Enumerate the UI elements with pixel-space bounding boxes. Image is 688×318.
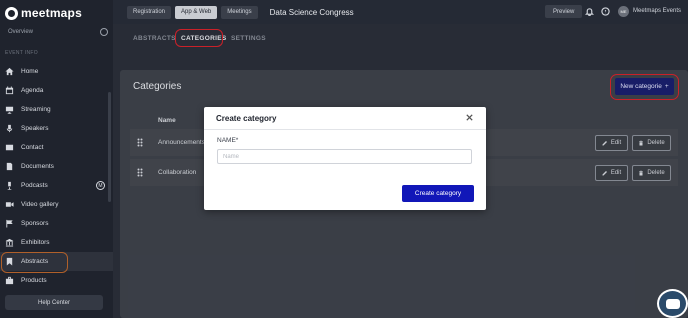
sidebar-item-exhibitors[interactable]: Exhibitors [0,233,113,252]
product-icon [5,276,14,285]
help-center-button[interactable]: Help Center [5,295,103,310]
event-title: Data Science Congress [269,7,354,17]
close-icon[interactable] [465,113,474,122]
calendar-icon [5,86,14,95]
chevron-icon [100,28,108,36]
avatar[interactable]: ME [618,6,629,17]
name-field-label: NAME* [217,137,239,144]
sidebar-item-video-gallery[interactable]: Video gallery [0,195,113,214]
brand-logo[interactable]: meetmaps [5,5,82,21]
help-icon[interactable] [601,7,610,16]
logo-text: meetmaps [21,6,82,20]
bell-icon[interactable] [584,7,595,17]
sidebar-item-label: Sponsors [21,220,49,227]
sidebar-item-sponsors[interactable]: Sponsors [0,214,113,233]
sidebar-item-label: Exhibitors [21,239,50,246]
podcast-icon [5,181,14,190]
module-badge: M [96,181,105,190]
preview-button[interactable]: Preview [545,5,583,18]
sidebar-item-podcasts[interactable]: Podcasts M [0,176,113,195]
sidebar-item-overview[interactable]: Overview [8,28,108,36]
sidebar-item-label: Video gallery [21,201,59,208]
sidebar-item-contact[interactable]: Contact [0,138,113,157]
flag-icon [5,219,14,228]
streaming-icon [5,105,14,114]
sidebar-item-label: Overview [8,29,34,35]
sidebar-item-label: Agenda [21,87,44,94]
sidebar-item-home[interactable]: Home [0,62,113,81]
name-input[interactable] [217,149,472,164]
sidebar-section-label: EVENT INFO [5,50,38,56]
chat-icon [666,299,680,309]
document-icon [5,162,14,171]
create-category-modal: Create category NAME* Create category [204,107,486,210]
registration-button[interactable]: Registration [127,5,172,19]
sidebar-item-speakers[interactable]: Speakers [0,119,113,138]
user-name[interactable]: Meetmaps Events [633,8,681,14]
modal-title: Create category [216,114,277,123]
sidebar-item-agenda[interactable]: Agenda [0,81,113,100]
modal-header: Create category [204,107,486,130]
highlight-ring-abstracts [1,252,68,273]
sidebar-item-documents[interactable]: Documents [0,157,113,176]
sidebar-item-label: Documents [21,163,54,170]
sidebar-item-label: Products [21,277,47,284]
sidebar-item-label: Speakers [21,125,49,132]
app-web-button[interactable]: App & Web [175,5,218,19]
sidebar-item-label: Podcasts [21,182,48,189]
home-icon [5,67,14,76]
sidebar-item-streaming[interactable]: Streaming [0,100,113,119]
sidebar-item-label: Streaming [21,106,51,113]
sidebar-item-products[interactable]: Products [0,271,113,290]
create-category-button[interactable]: Create category [402,185,474,202]
chat-widget-button[interactable] [657,289,688,318]
exhibitor-icon [5,238,14,247]
logo-icon [5,6,18,20]
sidebar-item-label: Home [21,68,39,75]
top-bar: Registration App & Web Meetings Data Sci… [113,0,688,24]
sidebar-item-label: Contact [21,144,44,151]
video-icon [5,200,14,209]
contact-icon [5,143,14,152]
meetings-button[interactable]: Meetings [221,5,258,19]
sidebar: meetmaps Overview EVENT INFO Home Agenda… [0,0,113,318]
microphone-icon [5,124,14,133]
sidebar-scrollbar[interactable] [108,92,111,202]
